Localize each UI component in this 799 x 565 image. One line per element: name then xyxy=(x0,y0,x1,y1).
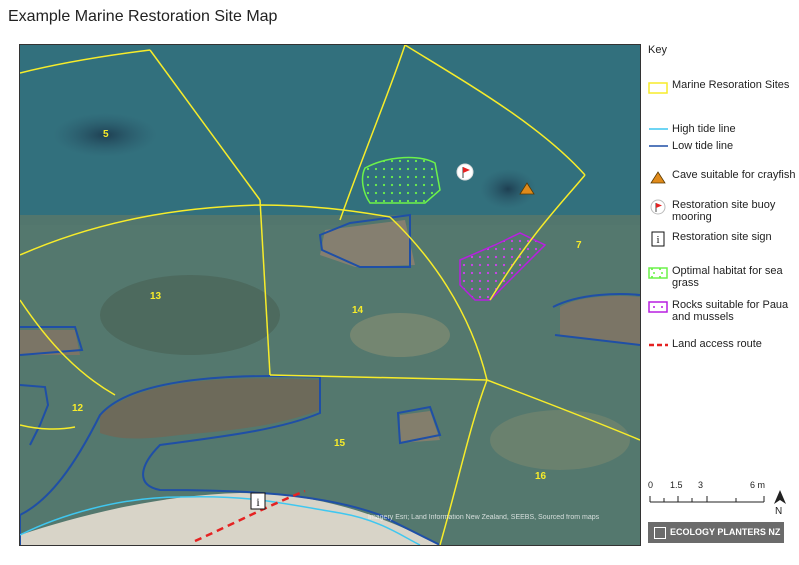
seagrass-habitat xyxy=(361,156,441,204)
scale-bar: 0 1.5 3 6 m N xyxy=(648,480,798,520)
site-label-15: 15 xyxy=(334,438,346,449)
blue-line-icon xyxy=(649,145,668,147)
scale-tick-2: 3 xyxy=(698,480,704,490)
scale-tick-3: 6 m xyxy=(750,480,766,490)
red-flag-buoy-icon xyxy=(650,199,666,215)
legend-title: Key xyxy=(648,44,667,56)
north-label: N xyxy=(775,506,783,517)
legend-item-cave: Cave suitable for crayfish xyxy=(648,169,798,199)
legend-item-access: Land access route xyxy=(648,338,798,368)
site-label-5: 5 xyxy=(103,129,109,140)
orange-triangle-icon xyxy=(650,171,666,184)
legend-item-buoy: Restoration site buoy mooring xyxy=(648,199,798,229)
buoy-mooring-icon[interactable] xyxy=(456,163,474,181)
legend-item-paua: Rocks suitable for Paua and mussels xyxy=(648,299,798,329)
site-label-16: 16 xyxy=(535,471,547,482)
legend-item-seagrass: Optimal habitat for sea grass xyxy=(648,265,798,295)
site-label-13: 13 xyxy=(150,291,162,302)
reef-patch xyxy=(100,275,280,355)
info-sign-icon: i xyxy=(651,231,665,247)
map-title: Example Marine Restoration Site Map xyxy=(8,8,278,25)
red-dashed-line-icon xyxy=(649,343,668,347)
legend-item-low-tide: Low tide line xyxy=(648,140,798,170)
site-label-14: 14 xyxy=(352,305,364,316)
scale-tick-0: 0 xyxy=(648,480,654,490)
legend-item-sign: i Restoration site sign xyxy=(648,231,798,261)
legend-item-sites: Marine Resoration Sites xyxy=(648,79,798,109)
shallow-reef xyxy=(20,215,640,545)
green-dotted-box-icon xyxy=(648,267,668,279)
north-arrow-icon xyxy=(774,490,786,504)
site-label-12: 12 xyxy=(72,403,84,414)
yellow-outline-box-icon xyxy=(648,82,668,94)
reef-patch xyxy=(350,313,450,357)
map-canvas[interactable]: 5 13 14 7 12 15 16 i Imagery Esri; Land … xyxy=(20,45,640,545)
ecology-planters-logo: ECOLOGY PLANTERS NZ xyxy=(648,522,784,543)
site-label-7: 7 xyxy=(576,240,582,251)
purple-dotted-box-icon xyxy=(648,301,668,313)
scale-tick-1: 1.5 xyxy=(670,480,683,490)
cyan-line-icon xyxy=(649,128,668,130)
info-sign-icon[interactable]: i xyxy=(250,492,266,510)
map-attribution: Imagery Esri; Land Information New Zeala… xyxy=(368,514,600,521)
svg-text:i: i xyxy=(656,234,659,246)
map-frame[interactable]: 5 13 14 7 12 15 16 i Imagery Esri; Land … xyxy=(19,44,641,546)
reef-patch xyxy=(490,410,630,470)
leaf-logo-icon xyxy=(654,527,666,539)
